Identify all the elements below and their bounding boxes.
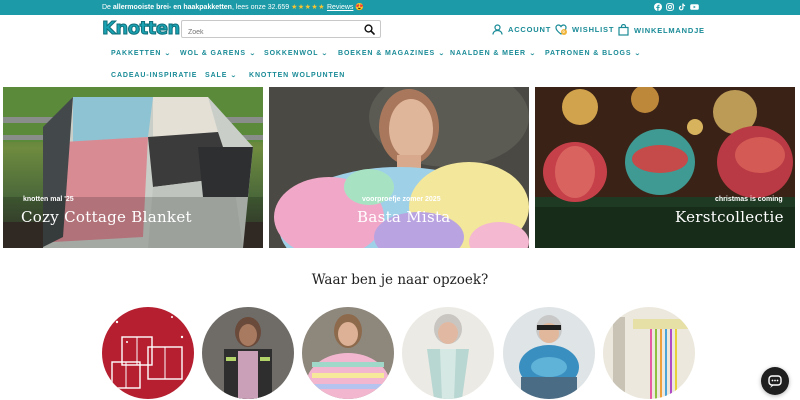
nav-item-cadeau-inspiratie[interactable]: CADEAU-INSPIRATIE [111, 72, 197, 79]
announcement-middle: , lees onze 32.659 [231, 4, 292, 11]
search-input[interactable] [182, 24, 352, 41]
youtube-icon[interactable] [690, 3, 699, 11]
nav-item-pakketten[interactable]: PAKKETTEN ⌄ [111, 50, 171, 57]
nav-item-sokkenwol[interactable]: SOKKENWOL ⌄ [264, 50, 328, 57]
nav-label: NAALDEN & MEER [450, 50, 526, 57]
category-circle-vest[interactable] [202, 307, 294, 399]
shopping-bag-icon [618, 24, 629, 36]
chevron-down-icon: ⌄ [249, 51, 257, 57]
announcement-bar: De allermooiste brei- en haakpakketten, … [0, 0, 800, 15]
search-box[interactable] [181, 20, 381, 41]
nav-item-sale[interactable]: SALE ⌄ [205, 72, 237, 79]
hero-kicker: voorproefje zomer 2025 [362, 196, 441, 203]
sweater-image [302, 307, 394, 399]
reviews-link[interactable]: Reviews [327, 4, 353, 11]
tiktok-icon[interactable] [678, 3, 686, 11]
wishlist-icon-wrap: 0 [555, 24, 567, 35]
hero-banner-kerst[interactable]: christmas is coming Kerstcollectie [535, 87, 795, 248]
rating-stars: ★★★★★ [291, 4, 325, 11]
nav-label: BOEKEN & MAGAZINES [338, 50, 436, 57]
nav-item-wol-garens[interactable]: WOL & GARENS ⌄ [180, 50, 256, 57]
chat-icon [768, 375, 782, 388]
category-circle-cowl[interactable] [503, 307, 595, 399]
search-icon[interactable] [364, 24, 375, 35]
user-icon [492, 24, 503, 35]
emoji-heart-eyes: 😍 [355, 4, 365, 11]
nav-item-boeken-magazines[interactable]: BOEKEN & MAGAZINES ⌄ [338, 50, 445, 57]
category-circle-gifts[interactable] [102, 307, 194, 399]
chevron-down-icon: ⌄ [529, 51, 537, 57]
hero-title: Kerstcollectie [675, 208, 784, 226]
chevron-down-icon: ⌄ [321, 51, 330, 57]
chevron-down-icon: ⌄ [164, 51, 173, 57]
hero-kicker: knotten mal '25 [23, 196, 74, 203]
nav-label: SALE [205, 72, 228, 79]
vest-image [202, 307, 294, 399]
announcement-bold: allermooiste brei- en haakpakketten [112, 4, 232, 11]
wishlist-count-badge: 0 [561, 29, 567, 35]
chevron-down-icon: ⌄ [230, 73, 239, 79]
hero-banner-blanket[interactable]: knotten mal '25 Cozy Cottage Blanket [3, 87, 263, 248]
nav-label: SOKKENWOL [264, 50, 319, 57]
facebook-icon[interactable] [654, 3, 662, 11]
chevron-down-icon: ⌄ [438, 51, 446, 57]
nav-label: CADEAU-INSPIRATIE [111, 72, 198, 79]
shawl-image [402, 307, 494, 399]
nav-label: PAKKETTEN [111, 50, 162, 57]
nav-item-naalden-meer[interactable]: NAALDEN & MEER ⌄ [450, 50, 536, 57]
hero-title: Cozy Cottage Blanket [21, 208, 192, 226]
category-circle-shawl[interactable] [402, 307, 494, 399]
nav-item-knotten-wolpunten[interactable]: KNOTTEN WOLPUNTEN [249, 72, 345, 79]
account-label: ACCOUNT [508, 25, 552, 34]
site-header: Knotten ACCOUNT 0 WISHLIST WINKELMANDJE [0, 15, 800, 43]
cowl-image [503, 307, 595, 399]
hero-banner-basta-mista[interactable]: voorproefje zomer 2025 Basta Mista [269, 87, 529, 248]
nav-label: PATRONEN & BLOGS [545, 50, 632, 57]
instagram-icon[interactable] [666, 3, 674, 11]
hero-title: Basta Mista [357, 208, 451, 226]
nav-label: WOL & GARENS [180, 50, 246, 57]
cart-label: WINKELMANDJE [634, 25, 705, 35]
needles-image [603, 307, 695, 399]
chat-button[interactable] [761, 367, 789, 395]
section-title: Waar ben je naar opzoek? [311, 272, 489, 288]
wishlist-label: WISHLIST [572, 25, 615, 34]
nav-label: KNOTTEN WOLPUNTEN [249, 72, 346, 79]
wishlist-link[interactable]: 0 WISHLIST [555, 24, 614, 35]
category-circle-needles[interactable] [603, 307, 695, 399]
announcement-prefix: De [102, 4, 113, 11]
social-links [654, 3, 699, 11]
site-logo[interactable]: Knotten [102, 18, 181, 40]
account-link[interactable]: ACCOUNT [492, 24, 551, 35]
hero-kicker: christmas is coming [715, 196, 783, 203]
gift-boxes-image [102, 307, 194, 399]
chevron-down-icon: ⌄ [634, 51, 643, 57]
announcement-text: De allermooiste brei- en haakpakketten, … [102, 3, 364, 11]
category-circle-sweater[interactable] [302, 307, 394, 399]
cart-link[interactable]: WINKELMANDJE [618, 24, 705, 36]
nav-item-patronen-blogs[interactable]: PATRONEN & BLOGS ⌄ [545, 50, 641, 57]
